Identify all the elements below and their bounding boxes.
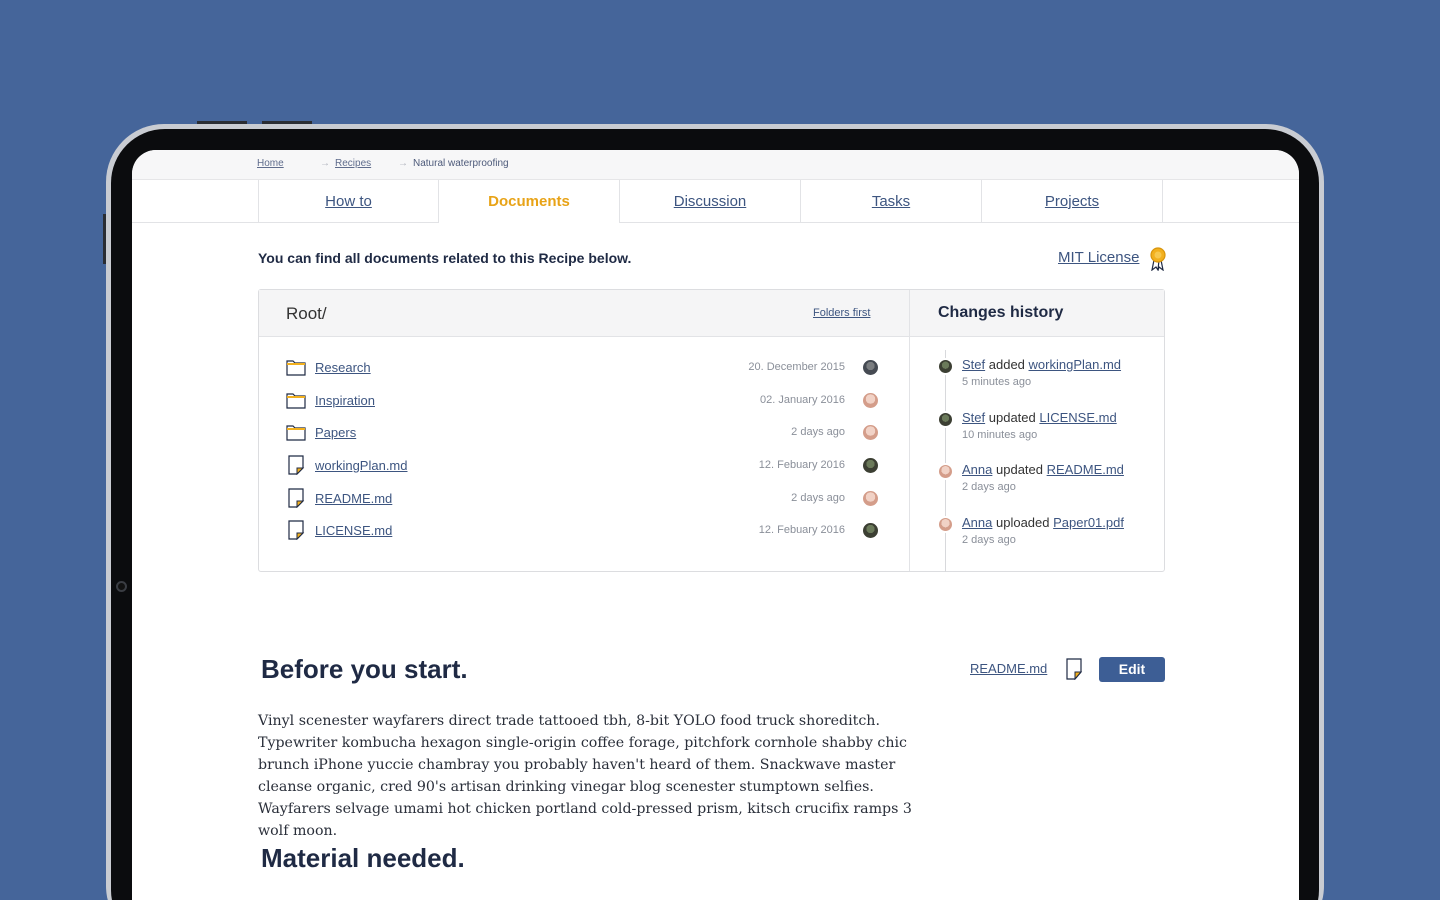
breadcrumb-recipes[interactable]: Recipes (335, 158, 371, 169)
file-name[interactable]: Papers (315, 425, 356, 440)
history-action: added (988, 357, 1025, 372)
history-user-link[interactable]: Anna (962, 515, 992, 530)
avatar (863, 425, 878, 440)
history-file-link[interactable]: workingPlan.md (1029, 357, 1122, 372)
list-item[interactable]: Papers 2 days ago (259, 422, 909, 448)
avatar (863, 491, 878, 506)
document-icon (288, 488, 305, 508)
tab-how-to[interactable]: How to (258, 180, 439, 223)
panel-header: Root/ Folders first Changes history (259, 290, 1164, 337)
file-date: 12. Febuary 2016 (758, 524, 845, 536)
license-link[interactable]: MIT License (1058, 249, 1139, 266)
file-date: 12. Febuary 2016 (758, 459, 845, 471)
history-action: updated (988, 410, 1036, 425)
tab-discussion[interactable]: Discussion (620, 180, 801, 223)
file-name[interactable]: workingPlan.md (315, 458, 408, 473)
file-name[interactable]: Inspiration (315, 393, 375, 408)
tab-projects[interactable]: Projects (982, 180, 1163, 223)
history-file-link[interactable]: LICENSE.md (1039, 410, 1116, 425)
camera-icon (116, 581, 127, 592)
document-icon (288, 520, 305, 540)
file-date: 2 days ago (791, 426, 845, 438)
file-date: 02. January 2016 (759, 394, 845, 406)
section-heading: Before you start. (261, 654, 468, 684)
avatar (863, 360, 878, 375)
document-icon (288, 455, 305, 475)
edit-button[interactable]: Edit (1099, 657, 1165, 682)
avatar (937, 358, 954, 375)
file-date: 20. December 2015 (748, 361, 845, 373)
award-ribbon-icon (1150, 247, 1166, 271)
avatar (937, 516, 954, 533)
history-line: Anna uploaded Paper01.pdf (962, 515, 1124, 530)
list-item[interactable]: workingPlan.md 12. Febuary 2016 (259, 455, 909, 481)
history-line: Anna updated README.md (962, 462, 1124, 477)
history-action: updated (996, 462, 1043, 477)
breadcrumb-arrow-icon: → (320, 158, 330, 169)
screen: Home → Recipes → Natural waterproofing H… (132, 150, 1299, 900)
history-user-link[interactable]: Stef (962, 357, 985, 372)
history-file-link[interactable]: README.md (1047, 462, 1124, 477)
tab-tasks[interactable]: Tasks (801, 180, 982, 223)
history-timeline (945, 350, 946, 572)
avatar (863, 458, 878, 473)
avatar (863, 393, 878, 408)
section-paragraph: Vinyl scenester wayfarers direct trade t… (258, 713, 912, 839)
tab-bar: How to Documents Discussion Tasks Projec… (132, 180, 1299, 223)
history-file-link[interactable]: Paper01.pdf (1053, 515, 1124, 530)
folder-icon (286, 393, 306, 409)
material-heading: Material needed. (261, 843, 465, 873)
documents-panel: Root/ Folders first Changes history Rese… (258, 289, 1165, 572)
history-action: uploaded (996, 515, 1050, 530)
breadcrumb: Home → Recipes → Natural waterproofing (132, 150, 1299, 180)
history-line: Stef updated LICENSE.md (962, 410, 1117, 425)
panel-divider (909, 290, 910, 571)
breadcrumb-home[interactable]: Home (257, 158, 284, 169)
file-date: 2 days ago (791, 492, 845, 504)
avatar (937, 463, 954, 480)
file-name[interactable]: LICENSE.md (315, 523, 392, 538)
history-user-link[interactable]: Anna (962, 462, 992, 477)
list-item[interactable]: README.md 2 days ago (259, 488, 909, 514)
list-item[interactable]: LICENSE.md 12. Febuary 2016 (259, 520, 909, 546)
document-icon (1066, 658, 1083, 680)
tab-documents[interactable]: Documents (439, 180, 620, 223)
folder-icon (286, 360, 306, 376)
breadcrumb-current: Natural waterproofing (413, 158, 509, 169)
sort-folders-first-link[interactable]: Folders first (813, 307, 870, 319)
documents-intro: You can find all documents related to th… (258, 250, 632, 266)
root-title: Root/ (286, 304, 327, 323)
history-time: 2 days ago (962, 481, 1016, 493)
file-name[interactable]: README.md (315, 491, 392, 506)
history-time: 2 days ago (962, 534, 1016, 546)
history-time: 10 minutes ago (962, 429, 1038, 441)
avatar (863, 523, 878, 538)
history-line: Stef added workingPlan.md (962, 357, 1121, 372)
list-item[interactable]: Research 20. December 2015 (259, 357, 909, 383)
avatar (937, 411, 954, 428)
history-time: 5 minutes ago (962, 376, 1032, 388)
readme-link[interactable]: README.md (970, 661, 1047, 676)
breadcrumb-arrow-icon: → (398, 158, 408, 169)
list-item[interactable]: Inspiration 02. January 2016 (259, 390, 909, 416)
file-name[interactable]: Research (315, 360, 371, 375)
folder-icon (286, 425, 306, 441)
history-user-link[interactable]: Stef (962, 410, 985, 425)
history-title: Changes history (938, 304, 1064, 321)
